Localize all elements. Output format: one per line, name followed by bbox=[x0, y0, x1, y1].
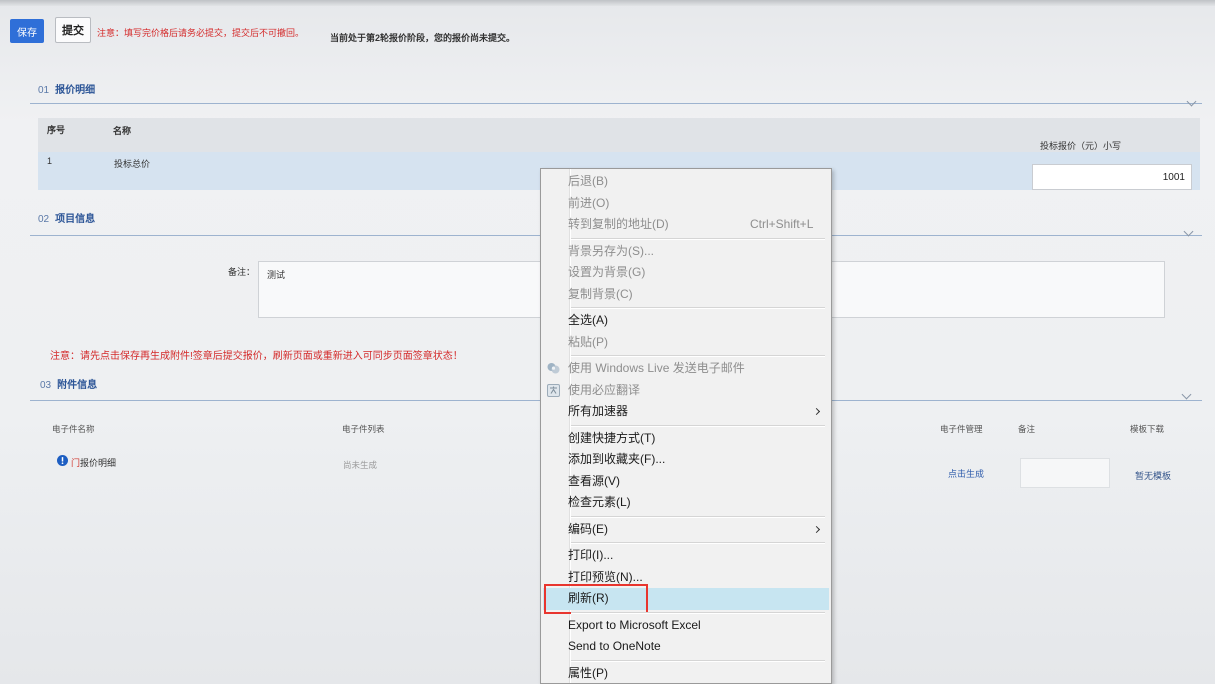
windows-live-mail-icon bbox=[547, 363, 560, 374]
menu-item-send-to-onenote[interactable]: Send to OneNote bbox=[543, 636, 829, 658]
menu-item-label: 添加到收藏夹(F)... bbox=[568, 452, 666, 466]
menu-item-paste: 粘贴(P) bbox=[543, 332, 829, 354]
menu-item-refresh[interactable]: 刷新(R) bbox=[543, 584, 829, 614]
column-header-remark: 备注 bbox=[1018, 424, 1036, 434]
menu-item-translate-with-bing: 使用必应翻译 bbox=[543, 380, 829, 402]
section-number: 02 bbox=[38, 214, 50, 225]
generate-link[interactable]: 点击生成 bbox=[948, 467, 984, 480]
menu-item-create-shortcut[interactable]: 创建快捷方式(T) bbox=[543, 428, 829, 450]
menu-item-properties[interactable]: 属性(P) bbox=[543, 663, 829, 684]
menu-item-label: 使用必应翻译 bbox=[568, 382, 641, 397]
section-number: 03 bbox=[40, 380, 52, 391]
column-header-document-list: 电子件列表 bbox=[342, 424, 385, 434]
menu-item-label: 使用 Windows Live 发送电子邮件 bbox=[568, 361, 745, 375]
column-header-name: 名称 bbox=[113, 126, 132, 136]
menu-item-label: 属性(P) bbox=[568, 665, 608, 680]
menu-item-label: 背景另存为(S)... bbox=[568, 243, 654, 258]
chevron-down-icon[interactable] bbox=[1186, 96, 1197, 107]
attachment-name: 门报价明细 bbox=[71, 458, 117, 468]
remark-label: 备注： bbox=[228, 267, 256, 277]
menu-item-label: 全选(A) bbox=[568, 313, 608, 327]
bid-price-input[interactable] bbox=[1032, 164, 1192, 190]
submit-warning-text: 注意：填写完价格后请务必提交，提交后不可撤回。 bbox=[97, 28, 305, 38]
menu-item-label: 所有加速器 bbox=[568, 404, 629, 418]
section-header-attachments[interactable]: 03 附件信息 bbox=[40, 376, 97, 391]
screen-bezel bbox=[0, 0, 1215, 6]
submit-button[interactable]: 提交 bbox=[55, 17, 91, 43]
menu-item-print[interactable]: 打印(I)... bbox=[543, 545, 829, 567]
column-header-template-download: 模板下载 bbox=[1130, 424, 1165, 434]
menu-item-inspect-element[interactable]: 检查元素(L) bbox=[543, 492, 829, 514]
row-index: 1 bbox=[47, 156, 53, 166]
menu-item-label: 设置为背景(G) bbox=[568, 265, 646, 279]
menu-item-select-all[interactable]: 全选(A) bbox=[543, 310, 829, 332]
menu-item-add-to-favorites[interactable]: 添加到收藏夹(F)... bbox=[543, 449, 829, 471]
save-button[interactable]: 保存 bbox=[10, 19, 44, 43]
menu-item-view-source[interactable]: 查看源(V) bbox=[543, 471, 829, 493]
row-name: 投标总价 bbox=[114, 159, 151, 169]
menu-item-copy-background: 复制背景(C) bbox=[543, 284, 829, 306]
menu-item-set-as-background: 设置为背景(G) bbox=[543, 262, 829, 284]
chevron-right-icon bbox=[812, 525, 821, 533]
menu-item-go-to-copied-address: 转到复制的地址(D) Ctrl+Shift+L bbox=[543, 214, 829, 236]
menu-item-all-accelerators[interactable]: 所有加速器 bbox=[543, 401, 829, 423]
menu-item-label: 打印预览(N)... bbox=[568, 569, 643, 584]
column-header-document-name: 电子件名称 bbox=[52, 424, 95, 434]
attachment-remark-input[interactable] bbox=[1020, 458, 1110, 488]
chevron-right-icon bbox=[812, 407, 821, 416]
column-header-index: 序号 bbox=[47, 125, 66, 135]
section-title: 项目信息 bbox=[55, 214, 96, 225]
menu-item-label: 打印(I)... bbox=[568, 548, 614, 562]
menu-item-label: Send to OneNote bbox=[568, 639, 661, 653]
quote-table-header bbox=[38, 118, 1200, 152]
menu-item-forward: 前进(O) bbox=[543, 193, 829, 215]
menu-item-label: Export to Microsoft Excel bbox=[568, 617, 701, 632]
menu-item-export-to-excel[interactable]: Export to Microsoft Excel bbox=[543, 615, 829, 637]
menu-item-encoding[interactable]: 编码(E) bbox=[543, 519, 829, 541]
menu-item-label: 后退(B) bbox=[568, 174, 608, 188]
section-header-project-info[interactable]: 02 项目信息 bbox=[38, 210, 95, 225]
section-divider bbox=[30, 103, 1202, 104]
menu-item-label: 检查元素(L) bbox=[568, 495, 631, 509]
template-download-status: 暂无模板 bbox=[1135, 471, 1172, 481]
section-number: 01 bbox=[38, 85, 50, 96]
section-title: 报价明细 bbox=[55, 85, 96, 96]
chevron-down-icon[interactable] bbox=[1181, 389, 1192, 400]
info-icon bbox=[57, 455, 68, 466]
context-menu: 后退(B) 前进(O) 转到复制的地址(D) Ctrl+Shift+L 背景另存为… bbox=[540, 168, 832, 684]
column-header-document-manage: 电子件管理 bbox=[940, 424, 983, 434]
signature-notice: 注意：请先点击保存再生成附件!签章后提交报价，刷新页面或重新进入可同步页面签章状… bbox=[50, 351, 463, 362]
menu-item-label: 编码(E) bbox=[568, 521, 608, 536]
bing-translate-icon bbox=[547, 383, 560, 397]
menu-item-label: 粘贴(P) bbox=[568, 334, 608, 349]
menu-item-save-background-as: 背景另存为(S)... bbox=[543, 241, 829, 263]
menu-item-label: 查看源(V) bbox=[568, 473, 620, 488]
menu-item-label: 前进(O) bbox=[568, 195, 610, 210]
menu-item-label: 转到复制的地址(D) bbox=[568, 217, 669, 231]
menu-shortcut: Ctrl+Shift+L bbox=[750, 217, 814, 231]
column-header-bid-price: 投标报价（元）小写 bbox=[1040, 141, 1122, 151]
menu-item-back: 后退(B) bbox=[543, 171, 829, 193]
attachment-list-status: 尚未生成 bbox=[343, 460, 378, 470]
quote-round-status: 当前处于第2轮报价阶段，您的报价尚未提交。 bbox=[330, 33, 516, 43]
menu-item-email-with-windows-live: 使用 Windows Live 发送电子邮件 bbox=[543, 358, 829, 380]
menu-item-label: 复制背景(C) bbox=[568, 286, 633, 301]
menu-item-label: 创建快捷方式(T) bbox=[568, 430, 656, 445]
section-header-quote-details[interactable]: 01 报价明细 bbox=[38, 81, 95, 96]
section-title: 附件信息 bbox=[57, 380, 98, 391]
